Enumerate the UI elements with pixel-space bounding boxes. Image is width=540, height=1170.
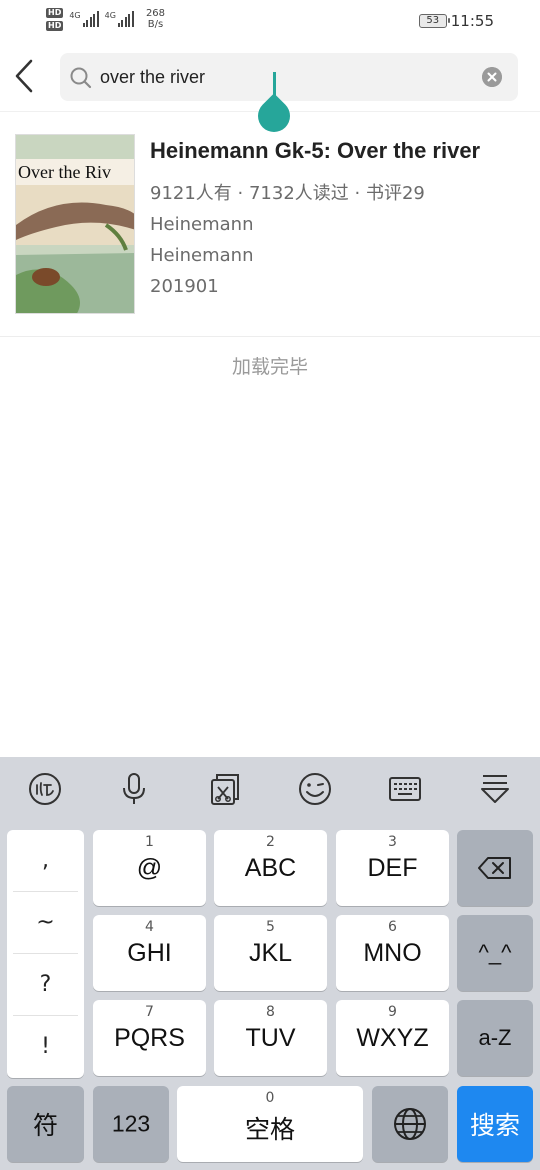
network-speed-unit: B/s <box>147 19 164 30</box>
signal-bars-2 <box>117 11 134 27</box>
book-publisher: Heinemann <box>150 245 254 266</box>
search-key[interactable]: 搜索 <box>457 1086 533 1162</box>
key-7-number: 7 <box>145 1004 154 1020</box>
battery-icon: 53 <box>418 14 450 28</box>
key-8-label: TUV <box>245 1024 296 1052</box>
hd-badge: HD <box>46 21 64 31</box>
back-arrow-icon <box>15 59 33 93</box>
number-key-label: 123 <box>111 1110 151 1137</box>
search-box[interactable] <box>60 53 518 139</box>
key-7[interactable]: 7 PQRS <box>93 1000 206 1076</box>
key-4[interactable]: 4 GHI <box>93 915 206 991</box>
status-left: HD HD 4G 4G 268 B/s <box>46 8 165 31</box>
hd-badge: HD <box>46 8 64 18</box>
globe-icon <box>394 1108 426 1140</box>
keyboard-icon[interactable] <box>387 771 423 807</box>
key-8[interactable]: 8 TUV <box>214 1000 327 1076</box>
sim2-type: 4G <box>104 11 116 20</box>
punct-key-tilde[interactable]: ~ <box>13 892 78 954</box>
face-key[interactable]: ^_^ <box>457 915 533 991</box>
book-title: Heinemann Gk-5: Over the river <box>150 138 481 163</box>
symbol-key[interactable]: 符 <box>7 1086 84 1162</box>
key-2-number: 2 <box>266 834 275 850</box>
ifly-logo-icon[interactable] <box>27 771 63 807</box>
case-toggle-label: a-Z <box>478 1025 512 1050</box>
key-6[interactable]: 6 MNO <box>336 915 449 991</box>
backspace-button[interactable] <box>457 830 533 906</box>
key-1-number: 1 <box>145 834 154 850</box>
signal-bars-1 <box>82 11 99 27</box>
network-speed-value: 268 <box>145 8 166 19</box>
load-complete-text: 加载完毕 <box>231 356 308 378</box>
face-key-label: ^_^ <box>478 940 512 965</box>
signal-icon: 4G <box>69 11 99 27</box>
number-key[interactable]: 123 <box>93 1086 169 1162</box>
clipboard-icon[interactable] <box>207 771 243 807</box>
key-9-number: 9 <box>388 1004 397 1020</box>
key-9-label: WXYZ <box>356 1024 429 1052</box>
key-2[interactable]: 2 ABC <box>214 830 327 906</box>
clear-icon[interactable] <box>482 67 502 87</box>
cover-title: Over the Riv <box>16 159 134 185</box>
clock: 11:55 <box>450 12 494 30</box>
key-6-number: 6 <box>388 919 397 935</box>
hd-badges: HD HD <box>46 8 64 31</box>
key-4-label: GHI <box>127 939 172 967</box>
emoji-icon[interactable] <box>297 771 333 807</box>
key-1[interactable]: 1 @ <box>93 830 206 906</box>
key-9[interactable]: 9 WXYZ <box>336 1000 449 1076</box>
space-key-label: 空格 <box>244 1116 295 1144</box>
hide-keyboard-icon[interactable] <box>477 771 513 807</box>
book-cover: Over the Riv <box>15 134 135 314</box>
status-bar: HD HD 4G 4G 268 B/s 53 11:55 <box>0 0 540 44</box>
key-4-number: 4 <box>145 919 154 935</box>
book-author: Heinemann <box>150 214 254 235</box>
key-5-number: 5 <box>266 919 275 935</box>
sim1-type: 4G <box>69 11 81 20</box>
key-2-label: ABC <box>244 854 297 882</box>
key-1-label: @ <box>136 854 163 882</box>
space-key-number: 0 <box>265 1090 275 1106</box>
signal-icon: 4G <box>105 11 134 27</box>
search-input[interactable] <box>100 63 460 91</box>
search-icon <box>70 67 92 89</box>
key-5[interactable]: 5 JKL <box>214 915 327 991</box>
keyboard: , ~ ? ! 1 @ 2 ABC 3 DEF 4 GHI 5 JKL 6 MN… <box>0 757 540 1170</box>
backspace-icon <box>478 857 511 879</box>
key-3[interactable]: 3 DEF <box>336 830 449 906</box>
back-button[interactable] <box>12 58 36 94</box>
punctuation-column: , ~ ? ! <box>7 830 84 1078</box>
punct-key-exclaim[interactable]: ! <box>13 1016 78 1078</box>
key-7-label: PQRS <box>114 1024 185 1052</box>
key-8-number: 8 <box>266 1004 275 1020</box>
keyboard-toolbar <box>0 757 540 823</box>
key-3-label: DEF <box>367 854 418 882</box>
symbol-key-label: 符 <box>32 1112 58 1140</box>
book-info: Heinemann Gk-5: Over the river 9121人有 · … <box>150 134 530 302</box>
key-5-label: JKL <box>248 939 293 967</box>
key-3-number: 3 <box>388 834 397 850</box>
language-key[interactable] <box>372 1086 448 1162</box>
book-result-item[interactable]: Over the Riv Heinemann Gk-5: Over the ri… <box>0 112 540 337</box>
case-toggle-key[interactable]: a-Z <box>457 1000 533 1076</box>
book-stats: 9121人有 · 7132人读过 · 书评29 <box>150 183 425 204</box>
search-header <box>0 44 540 139</box>
space-key[interactable]: 0 空格 <box>177 1086 363 1162</box>
book-date: 201901 <box>150 276 219 297</box>
microphone-icon[interactable] <box>116 771 152 807</box>
search-key-label: 搜索 <box>469 1112 520 1140</box>
punct-key-comma[interactable]: , <box>13 830 78 892</box>
punct-key-question[interactable]: ? <box>13 954 78 1016</box>
status-right: 53 11:55 <box>418 12 494 30</box>
network-speed: 268 B/s <box>146 8 165 30</box>
key-6-label: MNO <box>363 939 422 967</box>
